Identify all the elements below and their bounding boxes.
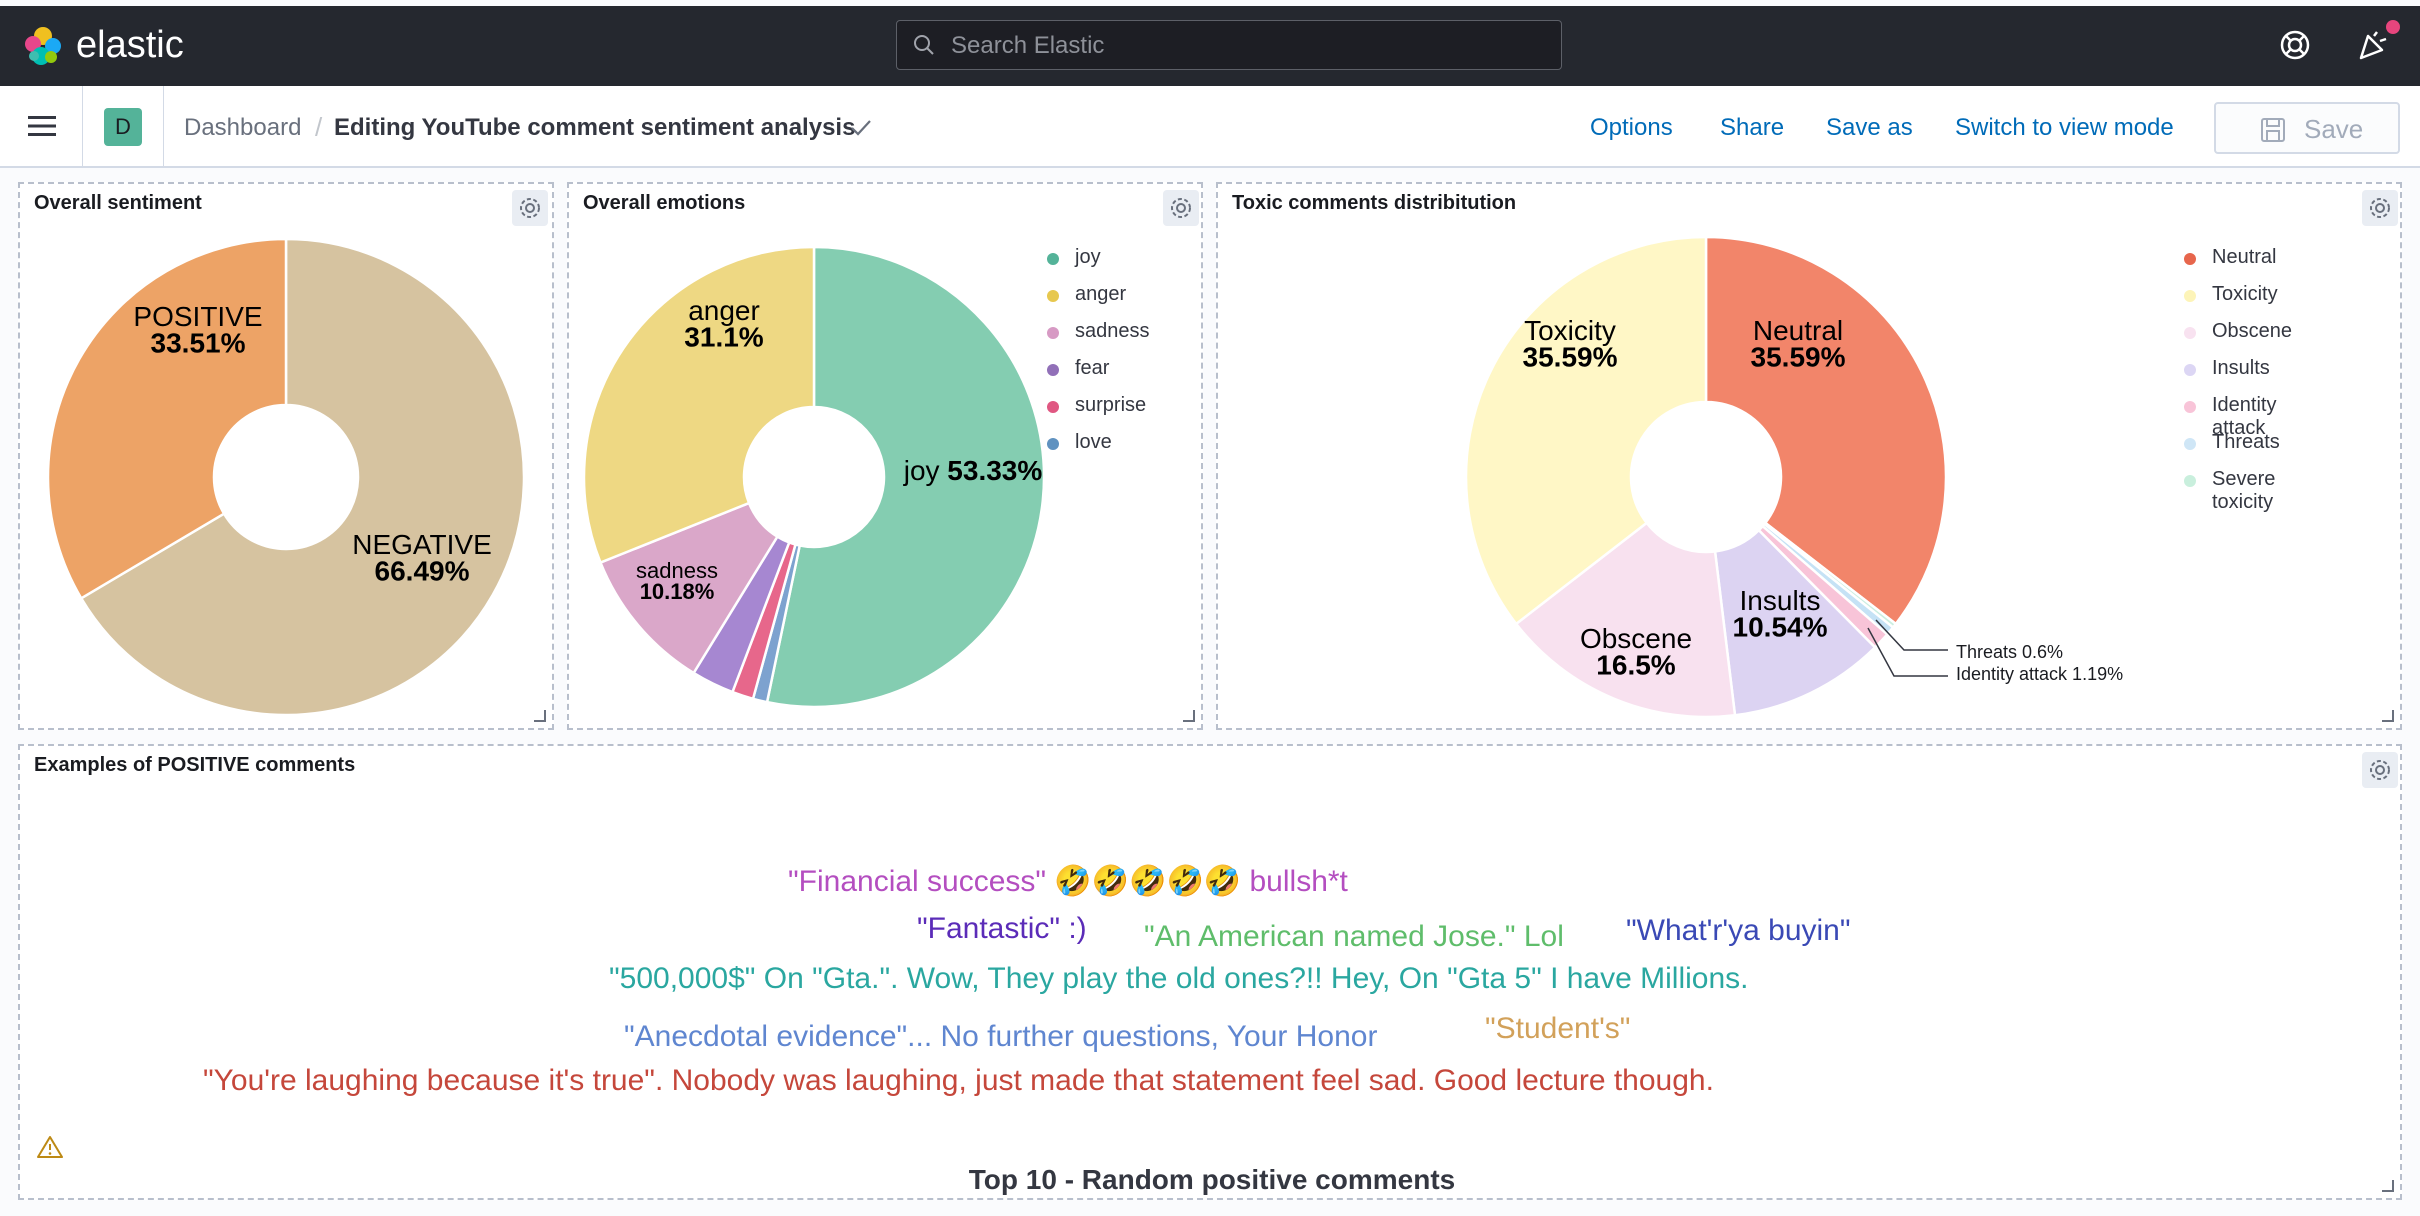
legend-label: Neutral	[2212, 246, 2277, 268]
cloud-word-6: "Student's"	[1485, 1012, 1631, 1045]
cloud-word-3: "What'r'ya buyin"	[1626, 914, 1851, 947]
elastic-logo-icon	[25, 26, 61, 65]
global-search[interactable]	[896, 20, 1562, 70]
legend-label: joy	[1075, 246, 1101, 268]
legend-swatch	[2184, 364, 2196, 376]
warning-icon[interactable]	[36, 1134, 64, 1160]
legend-label: Obscene	[2212, 320, 2293, 342]
search-icon	[914, 35, 934, 55]
check-icon[interactable]	[850, 118, 872, 138]
panel-overall-sentiment: Overall sentiment NEGATIVE 66.49% POSITIVE…	[18, 182, 554, 730]
resize-handle[interactable]	[2382, 710, 2394, 722]
legend-swatch	[1047, 401, 1059, 413]
legend-swatch	[1047, 364, 1059, 376]
save-button[interactable]: Save	[2214, 102, 2400, 154]
legend-swatch	[2184, 253, 2196, 265]
brand-name: elastic	[76, 24, 184, 66]
share-link[interactable]: Share	[1720, 114, 1784, 142]
slice-label-sadness: sadness 10.18%	[636, 558, 718, 604]
legend-label: surprise	[1075, 394, 1147, 416]
switch-to-view-mode-link[interactable]: Switch to view mode	[1955, 114, 2174, 142]
cloud-word-5: "Anecdotal evidence"... No further quest…	[624, 1020, 1378, 1053]
help-icon[interactable]	[2278, 28, 2312, 62]
breadcrumb-dashboard[interactable]: Dashboard	[184, 114, 301, 142]
notification-dot	[2386, 20, 2400, 34]
slice-label-joy: joy 53.33%	[903, 455, 1043, 486]
legend-label: anger	[1075, 283, 1127, 305]
cloud-word-2: "An American named Jose." Lol	[1144, 920, 1564, 953]
legend-label: love	[1075, 431, 1112, 453]
panel-positive-examples: Examples of POSITIVE comments "Financial…	[18, 744, 2402, 1200]
callout-label-identity: Identity attack 1.19%	[1956, 664, 2123, 684]
save-icon	[2261, 118, 2285, 142]
elastic-logo[interactable]: elastic	[22, 24, 184, 67]
slice-label-insults: Insults 10.54%	[1733, 585, 1828, 643]
space-avatar[interactable]: D	[104, 108, 142, 146]
legend-label: Threats	[2212, 431, 2280, 453]
panel-title: Examples of POSITIVE comments	[34, 754, 356, 776]
legend-swatch	[2184, 401, 2196, 413]
legend-label: fear	[1075, 357, 1110, 379]
legend-label: sadness	[1075, 320, 1150, 342]
panel-overall-emotions: Overall emotions joy 53.33% anger 31.1% sad…	[567, 182, 1203, 730]
legend-swatch	[1047, 438, 1059, 450]
dashboard-toolbar: D Dashboard / Editing YouTube comment se…	[0, 86, 2420, 168]
legend-label: Toxicity	[2212, 283, 2278, 305]
cloud-word-1: "Fantastic" :)	[917, 912, 1087, 945]
gear-icon	[2370, 760, 2390, 780]
slice-label-neutral: Neutral 35.59%	[1751, 315, 1846, 373]
news-feed-icon[interactable]	[2356, 28, 2390, 62]
breadcrumb-current: Editing YouTube comment sentiment analys…	[334, 114, 856, 141]
cloud-word-4: "500,000$" On "Gta.". Wow, They play the…	[609, 962, 1749, 995]
divider	[163, 86, 164, 166]
callout-label-threats: Threats 0.6%	[1956, 642, 2063, 662]
panel-toxic-comments: Toxic comments distribitution Neutral 35.…	[1216, 182, 2402, 730]
global-header: elastic	[0, 6, 2420, 86]
divider	[82, 86, 83, 166]
search-input[interactable]	[949, 31, 1543, 61]
legend-swatch	[2184, 438, 2196, 450]
save-label: Save	[2304, 114, 2364, 144]
sentiment-donut-chart[interactable]: NEGATIVE 66.49%POSITIVE 33.51%	[20, 184, 552, 728]
options-link[interactable]: Options	[1590, 114, 1673, 142]
cloud-word-0: "Financial success" 🤣🤣🤣🤣🤣 bullsh*t	[788, 865, 1348, 898]
slice-label-obscene: Obscene 16.5%	[1580, 623, 1692, 681]
cloud-word-7: "You're laughing because it's true". Nob…	[203, 1064, 1714, 1097]
breadcrumb-separator: /	[315, 112, 323, 142]
slice-label-anger: anger 31.1%	[684, 295, 763, 353]
save-as-link[interactable]: Save as	[1826, 114, 1913, 142]
chart-footer-title: Top 10 - Random positive comments	[968, 1164, 1456, 1195]
legend-swatch	[2184, 327, 2196, 339]
resize-handle[interactable]	[2382, 1180, 2394, 1192]
legend-swatch	[2184, 290, 2196, 302]
slice-label-toxicity: Toxicity 35.59%	[1523, 315, 1618, 373]
resize-handle[interactable]	[534, 710, 546, 722]
panel-options-button[interactable]	[2362, 752, 2398, 788]
legend-label: Insults	[2212, 357, 2270, 379]
resize-handle[interactable]	[1183, 710, 1195, 722]
slice-label-positive: POSITIVE 33.51%	[133, 301, 262, 359]
legend-swatch	[1047, 327, 1059, 339]
legend-swatch	[2184, 475, 2196, 487]
legend-label: Severe toxicity	[2212, 468, 2276, 513]
emotions-donut-chart[interactable]: joy 53.33% anger 31.1% sadness 10.18%	[569, 184, 1201, 728]
menu-icon[interactable]	[28, 114, 58, 138]
legend-swatch	[1047, 290, 1059, 302]
legend-swatch	[1047, 253, 1059, 265]
